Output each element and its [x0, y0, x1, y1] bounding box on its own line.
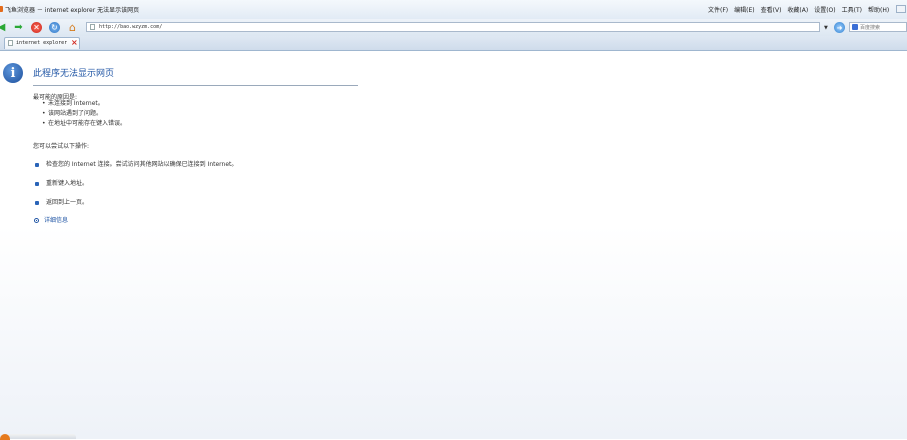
title-divider: [33, 85, 358, 86]
action-check-connection: 检查您的 Internet 连接。尝试访问其他网站以确保已连接到 Interne…: [35, 159, 237, 168]
menu-favorites[interactable]: 收藏(A): [787, 5, 808, 14]
tab-page-icon: [8, 40, 13, 46]
action-go-back: 返回到上一页。: [35, 197, 88, 206]
bullet-icon: [35, 181, 39, 186]
menu-view[interactable]: 查看(V): [761, 5, 782, 14]
search-placeholder: 百度搜索: [860, 25, 881, 31]
tab-strip: internet explorer ×: [0, 36, 907, 51]
navigation-bar: ◀ ➡ ✕ ↻ ⌂ http://bao.wzyzm.com/ ▼ ➜ 百度搜索: [0, 19, 907, 36]
action-text: 检查您的 Internet 连接。尝试访问其他网站以确保已连接到 Interne…: [46, 161, 238, 168]
action-retype-address: 重新键入地址。: [35, 178, 88, 187]
stop-icon[interactable]: ✕: [31, 22, 42, 33]
tab-internet-explorer[interactable]: internet explorer ×: [4, 37, 80, 49]
action-text[interactable]: 返回到上一页。: [46, 199, 88, 206]
address-dropdown-icon[interactable]: ▼: [824, 25, 828, 31]
tab-label: internet explorer: [16, 40, 68, 46]
start-orb-icon[interactable]: [0, 434, 10, 440]
address-url[interactable]: http://bao.wzyzm.com/: [99, 24, 162, 30]
expand-circle-icon: [34, 218, 39, 223]
menu-file[interactable]: 文件(F): [708, 5, 728, 14]
menu-edit[interactable]: 编辑(E): [734, 5, 754, 14]
refresh-icon[interactable]: ↻: [49, 22, 60, 33]
title-bar: 飞鱼浏览器 － internet explorer 无法显示该网页 文件(F) …: [0, 0, 907, 20]
menu-settings[interactable]: 设置(O): [814, 5, 835, 14]
tab-close-icon[interactable]: ×: [71, 38, 78, 47]
action-text[interactable]: 重新键入地址。: [46, 180, 88, 187]
forward-arrow-icon[interactable]: ➡: [13, 22, 24, 33]
info-icon: i: [3, 63, 23, 83]
list-item: 在地址中可能存在键入错误。: [42, 119, 126, 129]
error-page: i 此程序无法显示网页 最可能的原因是: 未连接到 Internet。 该网站遇…: [0, 51, 907, 439]
reasons-list: 未连接到 Internet。 该网站遇到了问题。 在地址中可能存在键入错误。: [42, 99, 126, 129]
page-icon: [90, 24, 95, 30]
browser-logo-icon: [0, 6, 3, 12]
search-input[interactable]: 百度搜索: [849, 22, 907, 32]
go-button[interactable]: ➜: [834, 22, 845, 33]
details-label[interactable]: 详细信息: [44, 217, 68, 224]
actions-heading: 您可以尝试以下操作:: [33, 143, 90, 150]
home-icon[interactable]: ⌂: [67, 21, 78, 34]
back-arrow-icon[interactable]: ◀: [0, 22, 7, 33]
page-title: 此程序无法显示网页: [33, 69, 115, 79]
list-item: 该网站遇到了问题。: [42, 109, 126, 119]
window-title: 飞鱼浏览器 － internet explorer 无法显示该网页: [5, 7, 140, 14]
address-bar[interactable]: http://bao.wzyzm.com/: [86, 22, 820, 32]
menu-help[interactable]: 帮助(H): [868, 5, 889, 14]
menu-tools[interactable]: 工具(T): [842, 5, 862, 14]
baidu-search-icon: [852, 24, 858, 30]
more-info-link[interactable]: 详细信息: [34, 215, 68, 224]
menu-bar: 文件(F) 编辑(E) 查看(V) 收藏(A) 设置(O) 工具(T) 帮助(H…: [708, 5, 889, 14]
list-item: 未连接到 Internet。: [42, 99, 126, 109]
minimize-button[interactable]: [896, 5, 906, 13]
bullet-icon: [35, 200, 39, 205]
taskbar-start[interactable]: [0, 434, 76, 440]
bullet-icon: [35, 162, 39, 167]
